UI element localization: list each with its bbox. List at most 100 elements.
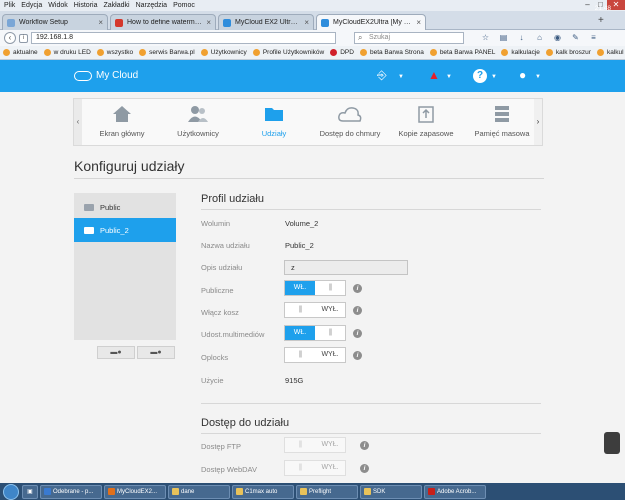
taskbar-app-icon <box>172 488 179 495</box>
bookmark-favicon-icon <box>200 49 208 56</box>
search-input[interactable]: ⌕ Szukaj <box>354 32 464 44</box>
nav-scroll-right-icon[interactable]: › <box>534 99 542 145</box>
bookmark-item[interactable]: kalk broszur <box>545 49 591 56</box>
home-icon[interactable]: ⌂ <box>534 33 545 43</box>
menu-bookmarks[interactable]: Zakładki <box>103 2 129 9</box>
info-icon[interactable]: i <box>19 33 28 43</box>
bookmark-item[interactable]: Profile Użytkowników <box>252 49 324 56</box>
bookmark-favicon-icon <box>501 49 509 56</box>
bookmark-item[interactable]: aktualne <box>3 49 38 56</box>
nav-item-cloud-access[interactable]: Dostęp do chmury <box>312 99 388 145</box>
url-bar[interactable]: 192.168.1.8 <box>31 32 336 44</box>
alert-icon[interactable]: ▲ <box>428 68 440 82</box>
help-icon[interactable]: ? <box>473 69 487 83</box>
media-serving-label: Udost.multimediów <box>201 330 265 339</box>
nav-item-shares[interactable]: Udziały <box>236 99 312 145</box>
usb-icon[interactable]: ⎆ <box>377 68 387 83</box>
minimize-button[interactable]: – <box>581 0 594 10</box>
share-icon[interactable]: ✎ <box>570 33 581 43</box>
menu-tools[interactable]: Narzędzia <box>136 2 168 9</box>
menu-view[interactable]: Widok <box>48 2 67 9</box>
nav-scroll-left-icon[interactable]: ‹ <box>74 99 82 145</box>
tab-close-icon[interactable]: × <box>416 18 421 27</box>
browser-tab-active[interactable]: MyCloudEX2Ultra [My Clo... × <box>316 14 426 30</box>
browser-tab[interactable]: Workflow Setup × <box>2 14 108 30</box>
browser-tab[interactable]: How to define watermark ... × <box>110 14 216 30</box>
back-button[interactable]: ‹ <box>4 32 16 44</box>
taskbar-button[interactable]: Adobe Acrob... <box>424 484 486 499</box>
toggle-grip-icon: ||| <box>298 351 302 358</box>
bookmark-item[interactable]: w druku LED <box>43 49 91 56</box>
taskbar-app-icon <box>44 488 51 495</box>
webdav-toggle[interactable]: ||| WYŁ. <box>284 460 346 476</box>
bookmarks-bar: aktualne w druku LED wszystko serwis Barwa.… <box>0 46 625 60</box>
volume-value: Volume_2 <box>285 219 319 228</box>
chevron-down-icon: ▼ <box>491 74 497 80</box>
recycle-bin-toggle[interactable]: ||| WYŁ. <box>284 302 346 318</box>
tab-close-icon[interactable]: × <box>206 18 211 27</box>
description-field[interactable]: z <box>284 260 408 275</box>
tab-close-icon[interactable]: × <box>304 18 309 27</box>
nav-item-storage[interactable]: Pamięć masowa <box>464 99 540 145</box>
remove-share-button[interactable]: ▬● <box>137 346 175 359</box>
public-toggle[interactable]: WŁ. ||| <box>284 280 346 296</box>
taskbar-clock[interactable]: 21:48 <box>595 0 611 17</box>
info-icon[interactable]: i <box>360 464 369 473</box>
star-icon[interactable]: ☆ <box>480 33 491 43</box>
hamburger-menu-icon[interactable]: ≡ <box>588 33 599 43</box>
bookmarks-list-icon[interactable]: ▤ <box>498 33 509 43</box>
volume-label: Wolumin <box>201 219 231 228</box>
bookmark-item[interactable]: wszystko <box>96 49 133 56</box>
bookmark-favicon-icon <box>359 49 367 56</box>
taskbar-button[interactable]: SDK <box>360 484 422 499</box>
info-icon[interactable]: i <box>360 441 369 450</box>
side-widget-icon[interactable] <box>604 432 620 454</box>
info-icon[interactable]: i <box>353 329 362 338</box>
taskbar-button[interactable]: MyCloudEX2... <box>104 484 166 499</box>
info-icon[interactable]: i <box>353 284 362 293</box>
bookmark-item[interactable]: serwis Barwa.pl <box>139 49 195 56</box>
download-icon[interactable]: ↓ <box>516 33 527 43</box>
brand-logo[interactable]: My Cloud <box>74 70 138 81</box>
profile-section-title: Profil udziału <box>201 193 264 205</box>
bookmark-item[interactable]: kalkul wielk <box>596 49 625 56</box>
taskbar-button[interactable]: dane <box>168 484 230 499</box>
taskbar-button[interactable]: Odebrane - p... <box>40 484 102 499</box>
bookmark-item[interactable]: beta Barwa PANEL <box>429 49 495 56</box>
taskbar-explorer-icon[interactable]: ▣ <box>22 484 38 499</box>
start-button[interactable] <box>3 483 19 500</box>
info-icon[interactable]: i <box>353 306 362 315</box>
browser-navbar: ‹ i 192.168.1.8 ⌕ Szukaj ☆ ▤ ↓ ⌂ ◉ ✎ ≡ <box>0 30 625 46</box>
taskbar-button[interactable]: Preflight <box>296 484 358 499</box>
taskbar-app-icon <box>428 488 435 495</box>
bookmark-favicon-icon <box>330 49 338 56</box>
taskbar-app-icon <box>236 488 243 495</box>
browser-tab[interactable]: MyCloud EX2 Ultra shareing... × <box>218 14 314 30</box>
share-list-item[interactable]: Public <box>74 195 176 219</box>
nav-item-users[interactable]: Użytkownicy <box>160 99 236 145</box>
menu-edit[interactable]: Edycja <box>21 2 42 9</box>
user-icon[interactable]: ● <box>519 68 526 82</box>
bookmark-item[interactable]: kalkulacje <box>501 49 540 56</box>
taskbar-button[interactable]: C1max auto <box>232 484 294 499</box>
tab-close-icon[interactable]: × <box>98 18 103 27</box>
nav-item-home[interactable]: Ekran główny <box>84 99 160 145</box>
oplocks-toggle[interactable]: ||| WYŁ. <box>284 347 346 363</box>
bookmark-item[interactable]: beta Barwa Strona <box>359 49 424 56</box>
ftp-toggle[interactable]: ||| WYŁ. <box>284 437 346 453</box>
info-icon[interactable]: i <box>353 351 362 360</box>
menu-file[interactable]: Plik <box>4 2 15 9</box>
usage-label: Użycie <box>201 376 224 385</box>
nav-item-backups[interactable]: Kopie zapasowe <box>388 99 464 145</box>
folder-icon <box>84 226 94 234</box>
add-share-button[interactable]: ▬● <box>97 346 135 359</box>
media-serving-toggle[interactable]: WŁ. ||| <box>284 325 346 341</box>
divider <box>74 178 544 179</box>
bookmark-item[interactable]: DPD <box>330 49 354 56</box>
pocket-icon[interactable]: ◉ <box>552 33 563 43</box>
menu-help[interactable]: Pomoc <box>173 2 195 9</box>
bookmark-item[interactable]: Użytkownicy <box>200 49 247 56</box>
share-list-item-selected[interactable]: Public_2 <box>74 218 176 242</box>
toggle-grip-icon: ||| <box>298 464 302 471</box>
menu-history[interactable]: Historia <box>74 2 98 9</box>
